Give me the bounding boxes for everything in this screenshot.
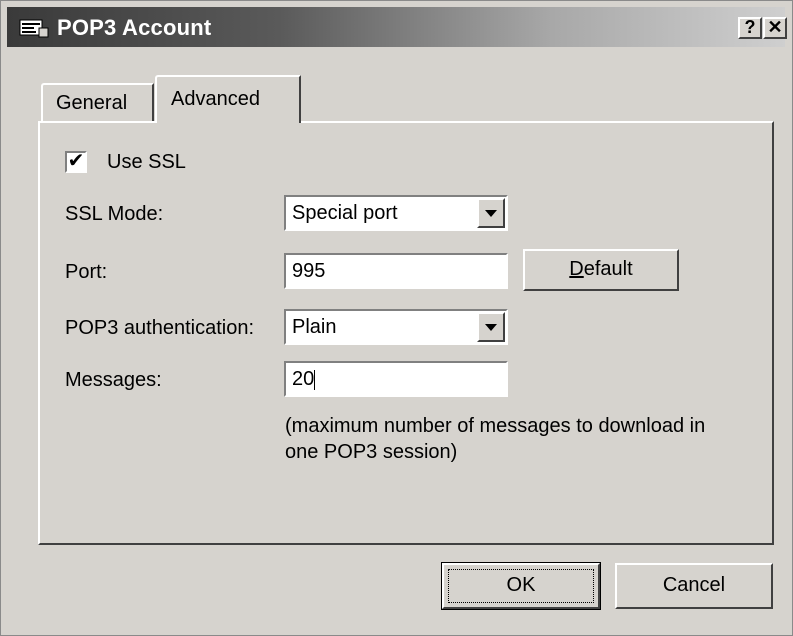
text-caret bbox=[314, 369, 316, 390]
default-button-label: efault bbox=[583, 258, 633, 280]
tab-general[interactable]: General bbox=[41, 83, 154, 121]
chevron-down-icon[interactable] bbox=[477, 312, 505, 342]
tab-advanced-label: Advanced bbox=[171, 88, 260, 110]
messages-value: 20 bbox=[292, 368, 315, 390]
port-field[interactable]: 995 bbox=[284, 253, 508, 289]
messages-hint-line2: one POP3 session) bbox=[285, 441, 458, 463]
title-bar[interactable]: POP3 Account ? ✕ bbox=[7, 7, 787, 47]
ok-button[interactable]: OK bbox=[441, 562, 601, 610]
help-button[interactable]: ? bbox=[738, 17, 762, 39]
messages-label: Messages: bbox=[65, 369, 162, 391]
checkmark-icon: ✔ bbox=[67, 150, 85, 172]
account-window-icon bbox=[19, 19, 49, 38]
messages-hint-line1: (maximum number of messages to download … bbox=[285, 415, 706, 437]
ssl-mode-label: SSL Mode: bbox=[65, 203, 164, 225]
default-button[interactable]: Default bbox=[523, 249, 679, 291]
pop3-account-dialog: POP3 Account ? ✕ General Advanced ✔ Use … bbox=[0, 0, 793, 636]
pop3-auth-label: POP3 authentication: bbox=[65, 317, 255, 339]
close-button[interactable]: ✕ bbox=[763, 17, 787, 39]
port-value: 995 bbox=[292, 260, 326, 282]
ok-button-label: OK bbox=[506, 574, 536, 596]
cancel-button[interactable]: Cancel bbox=[615, 563, 773, 609]
port-label: Port: bbox=[65, 261, 108, 283]
cancel-button-label: Cancel bbox=[662, 574, 726, 596]
default-button-mnemonic: D bbox=[569, 258, 584, 280]
pop3-auth-select[interactable]: Plain bbox=[284, 309, 508, 345]
pop3-auth-value: Plain bbox=[292, 316, 337, 338]
chevron-down-icon[interactable] bbox=[477, 198, 505, 228]
use-ssl-label[interactable]: Use SSL bbox=[107, 151, 186, 174]
tab-advanced[interactable]: Advanced bbox=[155, 75, 301, 123]
use-ssl-checkbox[interactable]: ✔ bbox=[65, 151, 87, 173]
tab-general-label: General bbox=[56, 92, 128, 114]
ssl-mode-value: Special port bbox=[292, 202, 398, 224]
messages-field[interactable]: 20 bbox=[284, 361, 508, 397]
ssl-mode-select[interactable]: Special port bbox=[284, 195, 508, 231]
window-title: POP3 Account bbox=[57, 15, 212, 40]
